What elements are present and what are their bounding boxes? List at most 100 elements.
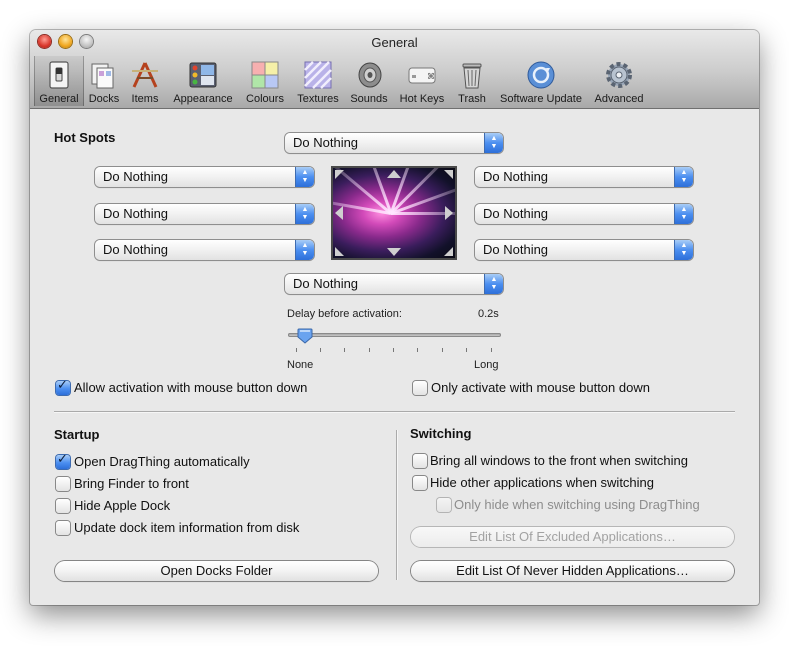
toolbar-item-colours[interactable]: Colours <box>241 56 289 106</box>
delay-max-label: Long <box>474 359 499 371</box>
slider-tick <box>344 348 345 352</box>
select-value: Do Nothing <box>483 206 549 221</box>
select-value: Do Nothing <box>103 169 169 184</box>
only-hide-dragthing-label: Only hide when switching using DragThing <box>454 497 700 512</box>
bring-all-windows-label: Bring all windows to the front when swit… <box>430 453 688 468</box>
slider-tick <box>417 348 418 352</box>
select-arrows-icon: ▲ ▼ <box>674 167 693 187</box>
select-arrows-icon: ▲ ▼ <box>484 133 503 153</box>
only-hide-dragthing-checkbox[interactable] <box>437 498 451 512</box>
select-arrows-icon: ▲ ▼ <box>295 240 314 260</box>
toolbar-label: General <box>39 93 79 105</box>
slider-tick <box>442 348 443 352</box>
toolbar-label: Docks <box>88 93 120 105</box>
toolbar-label: Trash <box>458 93 486 105</box>
general-switch-icon <box>49 61 69 89</box>
appearance-icon <box>189 62 217 88</box>
toolbar-item-sounds[interactable]: Sounds <box>348 56 390 106</box>
open-dragthing-label: Open DragThing automatically <box>74 454 250 469</box>
only-activate-mouse-down-label: Only activate with mouse button down <box>431 380 650 395</box>
delay-slider-thumb[interactable] <box>297 328 313 344</box>
switching-heading: Switching <box>410 426 472 441</box>
hot-spot-left-top-select[interactable]: Do Nothing ▲ ▼ <box>95 167 314 187</box>
hot-spot-left-bottom-select[interactable]: Do Nothing ▲ ▼ <box>95 240 314 260</box>
update-dock-info-checkbox[interactable] <box>56 521 70 535</box>
open-dragthing-checkbox[interactable] <box>56 452 70 469</box>
window-title: General <box>371 35 418 50</box>
svg-text:⌘: ⌘ <box>427 72 435 81</box>
hide-apple-dock-checkbox[interactable] <box>56 499 70 513</box>
trash-icon <box>462 63 482 89</box>
corner-bottom-left-icon <box>335 247 344 256</box>
select-arrows-icon: ▲ ▼ <box>295 167 314 187</box>
select-value: Do Nothing <box>293 276 359 291</box>
section-divider <box>54 411 735 412</box>
hot-spot-top-select[interactable]: Do Nothing ▲ ▼ <box>285 133 503 153</box>
toolbar-item-hot-keys[interactable]: ⌘ Hot Keys <box>396 56 448 106</box>
select-arrows-icon: ▲ ▼ <box>674 204 693 224</box>
bring-finder-front-checkbox[interactable] <box>56 477 70 491</box>
toolbar-item-advanced[interactable]: Advanced <box>591 56 647 106</box>
hide-other-apps-label: Hide other applications when switching <box>430 475 655 490</box>
delay-value: 0.2s <box>478 308 499 320</box>
colours-icon <box>251 61 279 89</box>
edge-left-arrow-icon <box>335 206 343 220</box>
edge-bottom-arrow-icon <box>387 248 401 256</box>
preferences-window: General General Docks Items Appearance C… <box>30 30 759 605</box>
slider-tick <box>466 348 467 352</box>
toolbar-label: Advanced <box>594 93 644 105</box>
select-arrows-icon: ▲ ▼ <box>295 204 314 224</box>
toolbar-item-docks[interactable]: Docks <box>85 56 123 106</box>
toolbar-label: Sounds <box>350 93 388 105</box>
textures-icon <box>304 61 332 89</box>
slider-tick <box>296 348 297 352</box>
docks-icon <box>91 63 114 89</box>
toolbar-label: Colours <box>246 93 284 105</box>
edit-excluded-apps-button[interactable]: Edit List Of Excluded Applications… <box>411 527 734 547</box>
column-divider <box>396 430 397 580</box>
hide-other-apps-checkbox[interactable] <box>413 476 427 490</box>
select-value: Do Nothing <box>103 206 169 221</box>
allow-activation-mouse-down-label: Allow activation with mouse button down <box>74 380 308 395</box>
items-tools-icon <box>132 62 158 88</box>
toolbar-item-trash[interactable]: Trash <box>453 56 491 106</box>
delay-slider-track[interactable] <box>288 333 501 337</box>
slider-tick <box>491 348 492 352</box>
software-update-icon <box>527 61 555 89</box>
toolbar-item-appearance[interactable]: Appearance <box>168 56 238 106</box>
hot-spots-heading: Hot Spots <box>54 130 116 145</box>
slider-tick <box>369 348 370 352</box>
hot-spot-right-top-select[interactable]: Do Nothing ▲ ▼ <box>475 167 693 187</box>
select-value: Do Nothing <box>483 169 549 184</box>
toolbar-item-software-update[interactable]: Software Update <box>495 56 587 106</box>
speaker-icon <box>358 62 382 88</box>
bring-all-windows-checkbox[interactable] <box>413 454 427 468</box>
select-arrows-icon: ▲ ▼ <box>674 240 693 260</box>
allow-activation-mouse-down-checkbox[interactable] <box>56 378 70 395</box>
toolbar-label: Hot Keys <box>399 93 445 105</box>
hide-apple-dock-label: Hide Apple Dock <box>74 498 171 513</box>
select-arrows-icon: ▲ ▼ <box>484 274 503 294</box>
startup-heading: Startup <box>54 427 100 442</box>
edge-top-arrow-icon <box>387 170 401 178</box>
toolbar-label: Software Update <box>500 93 582 105</box>
edge-right-arrow-icon <box>445 206 453 220</box>
open-docks-folder-button[interactable]: Open Docks Folder <box>55 561 378 581</box>
corner-top-right-icon <box>444 170 453 179</box>
hot-spot-bottom-select[interactable]: Do Nothing ▲ ▼ <box>285 274 503 294</box>
edit-never-hidden-apps-button[interactable]: Edit List Of Never Hidden Applications… <box>411 561 734 581</box>
hot-spot-right-middle-select[interactable]: Do Nothing ▲ ▼ <box>475 204 693 224</box>
slider-tick <box>320 348 321 352</box>
toolbar-item-items[interactable]: Items <box>127 56 163 106</box>
hot-spot-left-middle-select[interactable]: Do Nothing ▲ ▼ <box>95 204 314 224</box>
select-value: Do Nothing <box>293 135 359 150</box>
toolbar-item-textures[interactable]: Textures <box>292 56 344 106</box>
slider-tick <box>393 348 394 352</box>
corner-bottom-right-icon <box>444 247 453 256</box>
hot-spot-right-bottom-select[interactable]: Do Nothing ▲ ▼ <box>475 240 693 260</box>
only-activate-mouse-down-checkbox[interactable] <box>413 381 427 395</box>
corner-top-left-icon <box>335 170 344 179</box>
toolbar-label: Appearance <box>173 93 233 105</box>
toolbar-item-general[interactable]: General <box>34 56 84 106</box>
toolbar: General General Docks Items Appearance C… <box>30 30 759 109</box>
